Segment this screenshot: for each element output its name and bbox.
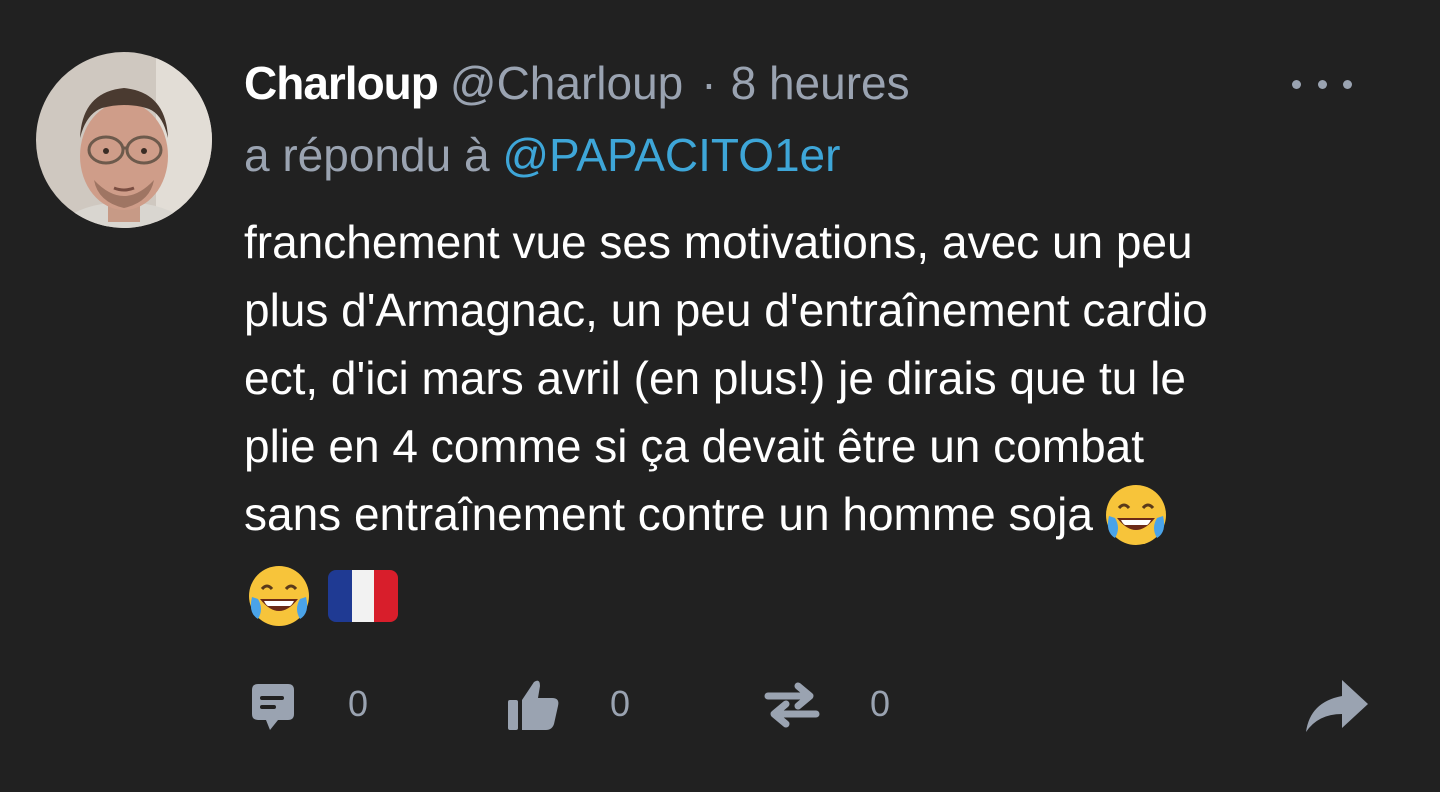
france-flag-emoji [328, 570, 398, 622]
comment-text: franchement vue ses motivations, avec un… [244, 208, 1354, 630]
retweet-icon [764, 682, 820, 728]
reply-count: 0 [348, 683, 369, 724]
comment-header: Charloup @Charloup · 8 heures [244, 56, 910, 112]
reply-icon [252, 684, 294, 730]
comment-line: sans entraînement contre un homme soja [244, 480, 1354, 548]
laughing-tears-emoji [249, 566, 309, 626]
comment-line: ect, d'ici mars avril (en plus!) je dira… [244, 352, 1186, 404]
more-icon [1292, 79, 1352, 89]
retweet-button[interactable]: 0 [762, 664, 890, 744]
comment-line: plus d'Armagnac, un peu d'entraînement c… [244, 284, 1208, 336]
reply-context: a répondu à @PAPACITO1er [244, 128, 840, 182]
action-bar: 0 0 0 [244, 664, 1374, 744]
comment-line: franchement vue ses motivations, avec un… [244, 216, 1193, 268]
like-icon [508, 680, 559, 730]
comment-line: plie en 4 comme si ça devait être un com… [244, 420, 1145, 472]
author-name[interactable]: Charloup [244, 56, 439, 110]
author-handle[interactable]: @Charloup [450, 56, 683, 110]
reply-mention-link[interactable]: @PAPACITO1er [502, 129, 840, 181]
like-count: 0 [610, 683, 631, 724]
more-button[interactable] [1282, 62, 1362, 106]
timestamp: 8 heures [730, 57, 910, 109]
laughing-tears-emoji [1105, 485, 1166, 545]
retweet-count: 0 [870, 683, 891, 724]
reply-prefix: a répondu à [244, 129, 490, 181]
share-button[interactable] [1302, 664, 1372, 744]
avatar[interactable] [36, 52, 212, 228]
share-icon [1306, 680, 1368, 732]
like-button[interactable]: 0 [506, 664, 630, 744]
emoji-row [244, 562, 1354, 630]
reply-button[interactable]: 0 [244, 664, 368, 744]
separator: · [701, 57, 717, 109]
